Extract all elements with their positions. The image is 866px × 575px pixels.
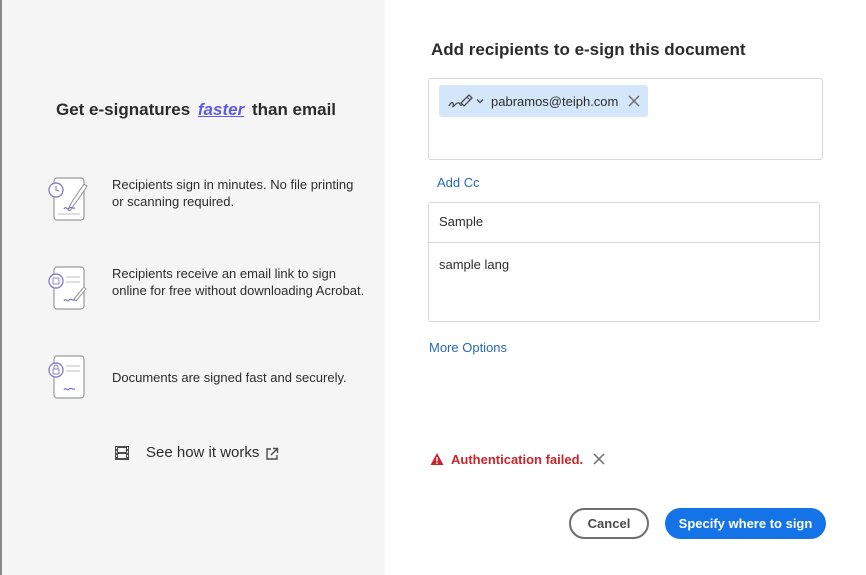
promo-title-after: than email xyxy=(251,100,337,119)
specify-where-to-sign-button[interactable]: Specify where to sign xyxy=(665,508,826,539)
recipient-email: pabramos@teiph.com xyxy=(491,93,619,109)
promo-title-emphasis: faster xyxy=(197,100,245,119)
recipients-input[interactable]: pabramos@teiph.com xyxy=(428,78,823,160)
error-message: Authentication failed. xyxy=(430,451,607,467)
message-box: Sample sample lang xyxy=(428,202,820,322)
promo-title-before: Get e-signatures xyxy=(56,100,191,119)
remove-recipient-icon[interactable] xyxy=(627,94,641,108)
error-text: Authentication failed. xyxy=(451,451,584,467)
promo-panel: Get e-signatures faster than email Recip… xyxy=(0,0,385,575)
close-icon[interactable] xyxy=(591,451,607,467)
add-cc-link[interactable]: Add Cc xyxy=(437,175,480,190)
secure-document-icon xyxy=(48,355,85,399)
sign-document-icon xyxy=(48,177,88,221)
feature-item: Documents are signed fast and securely. xyxy=(46,354,366,404)
recipients-dialog: Add recipients to e-sign this document p… xyxy=(385,0,866,575)
cancel-button[interactable]: Cancel xyxy=(569,508,649,539)
signer-pen-icon[interactable] xyxy=(447,91,473,111)
feature-item: Recipients sign in minutes. No file prin… xyxy=(46,176,366,226)
feature-text: Documents are signed fast and securely. xyxy=(112,370,347,385)
feature-text: Recipients sign in minutes. No file prin… xyxy=(112,177,354,209)
more-options-link[interactable]: More Options xyxy=(429,340,507,355)
external-link-icon xyxy=(266,447,279,460)
dialog-title: Add recipients to e-sign this document xyxy=(431,40,746,59)
email-link-document-icon xyxy=(48,266,87,310)
recipient-chip[interactable]: pabramos@teiph.com xyxy=(439,85,648,117)
message-field[interactable]: sample lang xyxy=(429,243,819,286)
chevron-down-icon[interactable] xyxy=(475,96,485,106)
subject-field[interactable]: Sample xyxy=(429,203,819,243)
see-how-label: See how it works xyxy=(146,444,260,461)
film-icon xyxy=(115,445,129,460)
feature-text: Recipients receive an email link to sign… xyxy=(112,266,365,298)
warning-icon xyxy=(430,453,444,465)
feature-item: Recipients receive an email link to sign… xyxy=(46,265,366,315)
see-how-it-works-link[interactable]: See how it works xyxy=(114,444,279,461)
promo-title: Get e-signatures faster than email xyxy=(56,100,336,120)
